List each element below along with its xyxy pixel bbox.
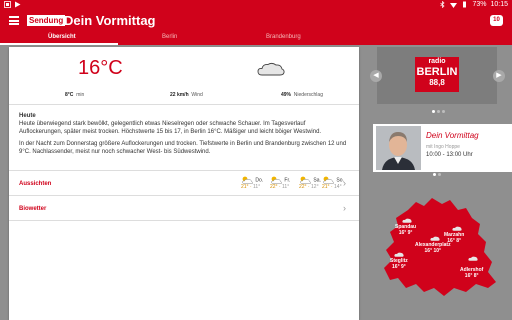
description-heading: Heute <box>19 113 36 119</box>
show-host: mit Ingo Hoppe <box>426 144 460 150</box>
clock: 10:15 <box>490 1 508 8</box>
station-logo[interactable]: radio BERLIN 88,8 <box>415 57 459 92</box>
show-time: 10:00 - 13:00 Uhr <box>426 152 473 158</box>
forecast-day: Sa. 22° · 12° <box>299 176 321 190</box>
map-place: Adlershof 16° 8° <box>460 267 484 279</box>
pager-dot <box>437 110 440 113</box>
partly-cloudy-icon <box>271 176 282 184</box>
map-place: Spandau 16° 9° <box>395 224 417 236</box>
tab-uebersicht[interactable]: Übersicht <box>48 34 76 40</box>
chevron-right-icon[interactable]: › <box>343 178 346 188</box>
forecast-day: So. 21° · 14° <box>322 176 344 190</box>
tab-indicator <box>0 43 118 45</box>
forecast-day: Fr. 22° · 11° <box>270 176 291 190</box>
cloud-icon <box>468 256 478 261</box>
description-night: In der Nacht zum Donnerstag größere Aufl… <box>19 141 347 155</box>
cloud-icon <box>402 218 412 223</box>
play-notification-icon <box>14 1 21 8</box>
battery-icon <box>461 1 468 8</box>
host-photo <box>376 126 421 170</box>
pager-dot <box>432 110 435 113</box>
divider <box>9 170 359 171</box>
wind-speed: 22 km/h Wind <box>170 92 203 98</box>
weather-description: Heute Heute überwiegend stark bewölkt, g… <box>19 112 349 160</box>
partly-cloudy-icon <box>300 176 311 184</box>
chevron-right-icon[interactable]: › <box>343 203 346 213</box>
map-place: Steglitz 16° 9° <box>390 258 408 270</box>
aussichten-link[interactable]: Aussichten <box>19 181 51 187</box>
divider <box>9 195 359 196</box>
sendung-badge[interactable]: Sendung <box>27 15 66 26</box>
notification-badge[interactable]: 10 <box>490 15 503 26</box>
wifi-icon <box>450 1 458 8</box>
app-title: Dein Vormittag <box>64 13 156 28</box>
cloud-icon <box>394 252 404 257</box>
cloud-icon <box>452 226 462 231</box>
cloud-icon <box>257 62 285 81</box>
partly-cloudy-icon <box>242 176 253 184</box>
pager-dot <box>442 110 445 113</box>
tab-berlin[interactable]: Berlin <box>162 34 177 40</box>
description-today: Heute überwiegend stark bewölkt, gelegen… <box>19 121 322 135</box>
min-temperature: 8°C min <box>65 92 85 98</box>
precipitation: 49% Niederschlag <box>281 92 323 98</box>
map-place: Alexanderplatz 16° 10° <box>415 242 451 254</box>
status-bar: 73% 10:15 <box>0 0 512 10</box>
next-station-button[interactable]: ▶ <box>493 70 505 82</box>
show-pager-dots <box>433 173 441 176</box>
forecast-day: Do. 21° · 11° <box>241 176 264 190</box>
cloud-icon <box>430 236 440 241</box>
show-title: Dein Vormittag <box>426 131 479 140</box>
pager-dot <box>438 173 441 176</box>
partly-cloudy-icon <box>323 176 334 184</box>
bluetooth-icon <box>439 0 446 9</box>
station-pager-dots <box>432 110 445 113</box>
divider <box>9 104 359 105</box>
radio-notification-icon <box>4 1 11 8</box>
biowetter-link[interactable]: Biowetter <box>19 206 46 212</box>
tab-brandenburg[interactable]: Brandenburg <box>266 34 301 40</box>
hamburger-menu-icon[interactable] <box>9 16 19 25</box>
berlin-weather-map[interactable]: Spandau 16° 9° Marzahn 16° 8° Alexanderpla… <box>380 196 498 305</box>
divider <box>9 220 359 221</box>
app-bar: Sendung Dein Vormittag 10 <box>0 10 512 32</box>
previous-station-button[interactable]: ◀ <box>370 70 382 82</box>
pager-dot <box>433 173 436 176</box>
current-temperature: 16°C <box>78 57 123 79</box>
battery-level: 73% <box>472 1 487 8</box>
